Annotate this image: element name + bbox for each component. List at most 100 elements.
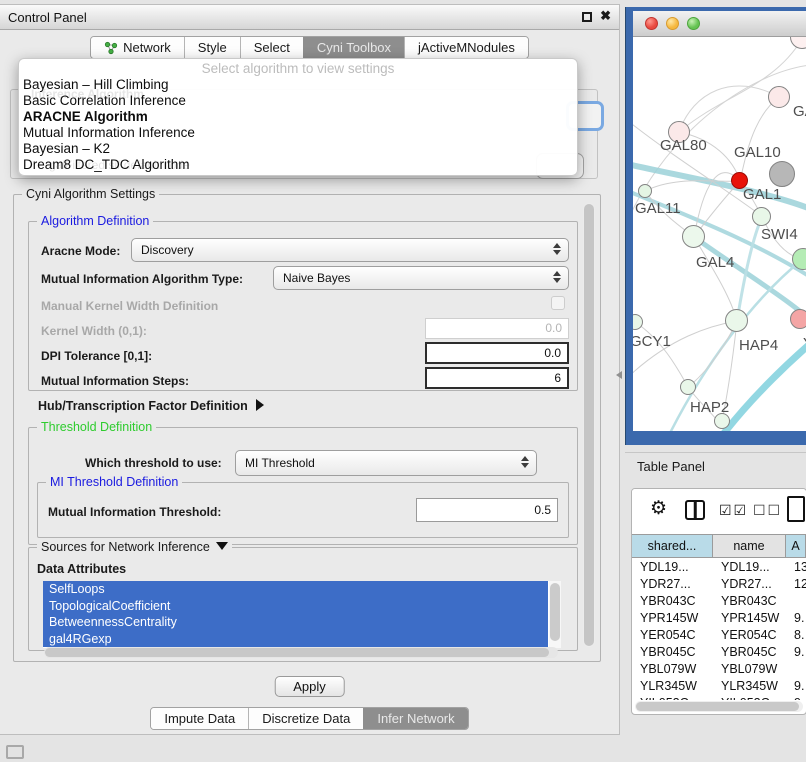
algorithm-option-selected[interactable]: ARACNE Algorithm [19,109,577,125]
mi-threshold-definition-group: MI Threshold Definition Mutual Informati… [37,482,569,538]
node-label: HAP4 [739,337,778,354]
hub-transcription-factor-expander[interactable]: Hub/Transcription Factor Definition [38,399,264,413]
network-node[interactable] [768,86,790,108]
algorithm-definition-legend: Algorithm Definition [37,214,153,228]
algorithm-option[interactable]: Mutual Information Inference [19,125,577,141]
table-row[interactable]: YLR345WYLR345W9. [632,678,806,695]
table-row[interactable]: YPR145WYPR145W9. [632,610,806,627]
ghost-network-name-label: galFiltered sif default node [49,158,190,172]
node-label: GAL4 [696,254,734,271]
node-label: GAL80 [660,137,707,154]
mi-threshold-field[interactable]: 0.5 [416,498,558,522]
tab-select[interactable]: Select [240,37,303,58]
dpi-tolerance-label: DPI Tolerance [0,1]: [41,349,152,363]
table-row[interactable]: YBR043CYBR043C [632,593,806,610]
table-row[interactable]: YER054CYER054C8. [632,627,806,644]
table-row[interactable]: YBL079WYBL079W [632,661,806,678]
network-node-gal10[interactable] [769,161,795,187]
algorithm-option[interactable]: Bayesian – K2 [19,141,577,157]
gear-icon[interactable]: ⚙ [650,497,667,520]
minimize-traffic-light-icon[interactable] [666,17,679,30]
node-label: GAL1 [743,186,781,203]
manual-kernel-width-checkbox[interactable] [551,296,565,310]
node-label: GCY1 [633,333,671,350]
which-threshold-combobox[interactable]: MI Threshold [235,450,537,476]
tab-discretize-data[interactable]: Discretize Data [248,708,363,729]
tab-impute-data[interactable]: Impute Data [151,708,248,729]
table-horizontal-scrollbar[interactable] [635,701,803,712]
table-row[interactable]: YDR27...YDR27...12 [632,576,806,593]
list-item[interactable]: gal4RGexp [43,631,548,648]
network-node-gal11[interactable] [638,184,652,198]
mi-algorithm-type-combobox[interactable]: Naive Bayes [273,266,569,290]
table-body[interactable]: YDL19...YDL19...13 YDR27...YDR27...12 YB… [632,559,806,700]
stepper-icon [553,243,561,255]
network-node-hap4[interactable] [725,309,748,332]
column-layout-icon[interactable] [685,500,705,520]
expand-right-icon [256,399,264,411]
column-header-name[interactable]: name [713,535,786,557]
tab-network[interactable]: Network [91,37,184,58]
zoom-traffic-light-icon[interactable] [687,17,700,30]
network-window-titlebar[interactable] [633,11,806,37]
tab-infer-network[interactable]: Infer Network [363,708,467,729]
aracne-mode-combobox[interactable]: Discovery [131,238,569,262]
list-item[interactable]: SelfLoops [43,581,548,598]
network-canvas[interactable]: GAL GAL80 GAL10 GAL1 GAL11 SWI4 GAL4 GCY… [633,37,806,431]
node-label: GAL11 [635,200,681,217]
algorithm-definition-group: Algorithm Definition Aracne Mode: Discov… [28,221,578,391]
control-panel-title: Control Panel [8,5,87,30]
table-row[interactable]: YDL19...YDL19...13 [632,559,806,576]
column-header-clipped[interactable]: A [786,535,806,557]
network-node[interactable] [790,309,806,329]
close-icon[interactable]: ✖ [600,8,611,24]
float-window-icon[interactable] [582,12,592,22]
export-table-icon[interactable] [787,496,805,522]
settings-horizontal-scrollbar[interactable] [44,647,558,658]
list-item[interactable]: TopologicalCoefficient [43,598,548,615]
select-all-checkboxes-icon[interactable]: ☑☑ [719,502,748,519]
tab-jactivemnodules[interactable]: jActiveMNodules [404,37,528,58]
threshold-definition-group: Threshold Definition Which threshold to … [28,427,578,545]
table-header-row: shared... name A [632,534,806,558]
ghost-inference-algorithm-label: Inference Algorithm [31,87,144,101]
table-row[interactable]: YIL052CYIL052C9 [632,695,806,700]
mi-algorithm-type-label: Mutual Information Algorithm Type: [41,272,243,286]
deselect-all-checkboxes-icon[interactable]: ☐☐ [753,502,782,519]
control-panel-titlebar: Control Panel ✖ [0,5,619,30]
mi-steps-field[interactable]: 6 [425,367,569,389]
table-row[interactable]: YBR045CYBR045C9. [632,644,806,661]
node-label: GAL10 [734,144,781,161]
sources-legend[interactable]: Sources for Network Inference [37,540,232,554]
data-attributes-list[interactable]: SelfLoops TopologicalCoefficient Between… [43,581,561,648]
network-node-gal1[interactable] [752,207,771,226]
splitter-collapse-icon[interactable] [616,371,622,379]
node-label: SWI4 [761,226,798,243]
table-panel-card: ⚙ ☑☑ ☐☐ shared... name A YDL19...YDL19..… [631,488,806,715]
manual-kernel-width-label: Manual Kernel Width Definition [41,299,218,313]
list-item[interactable]: BetweennessCentrality [43,614,548,631]
tab-cyni-toolbox[interactable]: Cyni Toolbox [303,37,404,58]
kernel-width-field[interactable]: 0.0 [425,318,569,339]
close-traffic-light-icon[interactable] [645,17,658,30]
node-label: GAL [793,103,806,120]
docked-panel-icon[interactable] [6,745,24,759]
network-node-hap2[interactable] [680,379,696,395]
table-panel-title: Table Panel [637,459,705,474]
cyni-bottom-tabbar: Impute Data Discretize Data Infer Networ… [0,707,619,731]
tab-style[interactable]: Style [184,37,240,58]
cyni-settings-legend: Cyni Algorithm Settings [22,187,159,201]
settings-vertical-scrollbar[interactable] [583,203,595,647]
algorithm-dropdown-popup: Select algorithm to view settings Bayesi… [18,58,578,176]
which-threshold-label: Which threshold to use: [85,456,222,470]
sources-group: Sources for Network Inference Data Attri… [28,547,578,651]
stepper-icon [521,456,529,468]
apply-button[interactable]: Apply [274,676,345,697]
network-node-gal4[interactable] [682,225,705,248]
aracne-mode-label: Aracne Mode: [41,244,120,258]
threshold-definition-legend: Threshold Definition [37,420,156,434]
column-header-shared-name[interactable]: shared... [632,535,713,557]
dpi-tolerance-field[interactable]: 0.0 [425,342,569,364]
list-vertical-scrollbar[interactable] [549,581,561,648]
algorithm-placeholder: Select algorithm to view settings [19,61,577,77]
